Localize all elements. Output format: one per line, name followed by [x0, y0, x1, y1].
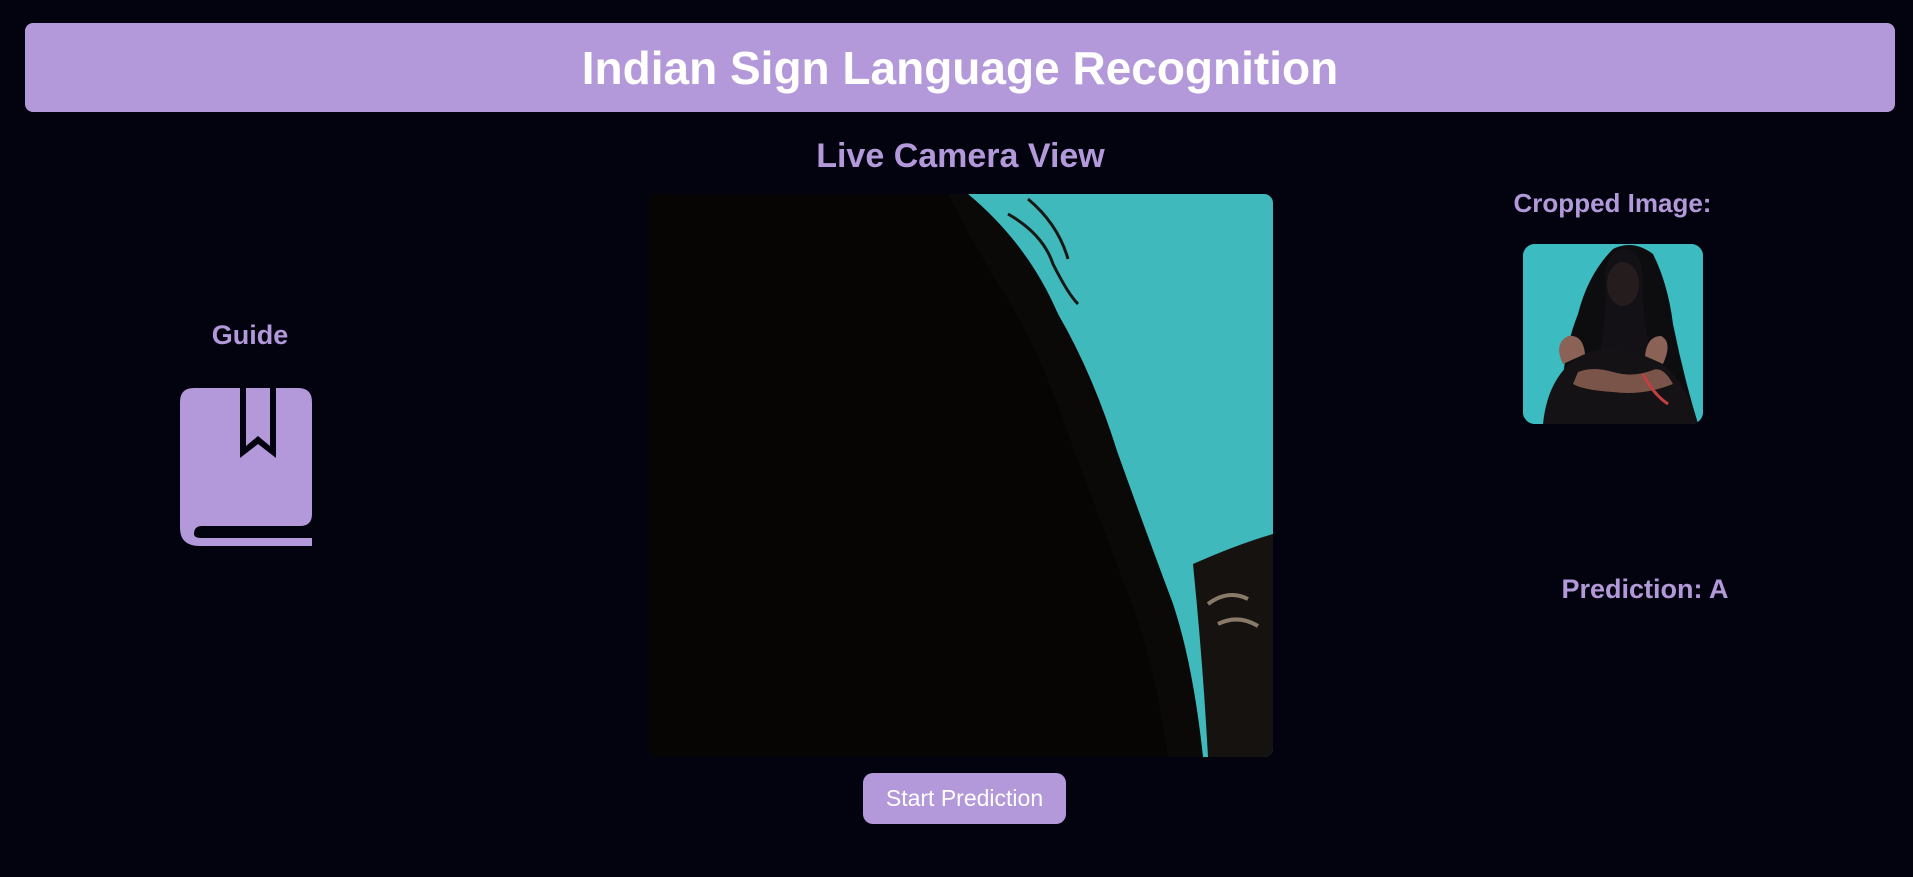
live-camera-feed — [648, 194, 1273, 757]
prediction-result: Prediction: A — [1561, 574, 1729, 604]
start-prediction-button[interactable]: Start Prediction — [863, 773, 1066, 824]
page-title: Indian Sign Language Recognition — [581, 41, 1339, 94]
app-header: Indian Sign Language Recognition — [25, 23, 1895, 112]
book-bookmark-icon[interactable] — [180, 388, 312, 546]
cropped-image-label: Cropped Image: — [1513, 188, 1712, 218]
live-camera-title: Live Camera View — [816, 137, 1105, 175]
guide-label: Guide — [211, 320, 289, 350]
cropped-hand-image — [1523, 244, 1703, 424]
